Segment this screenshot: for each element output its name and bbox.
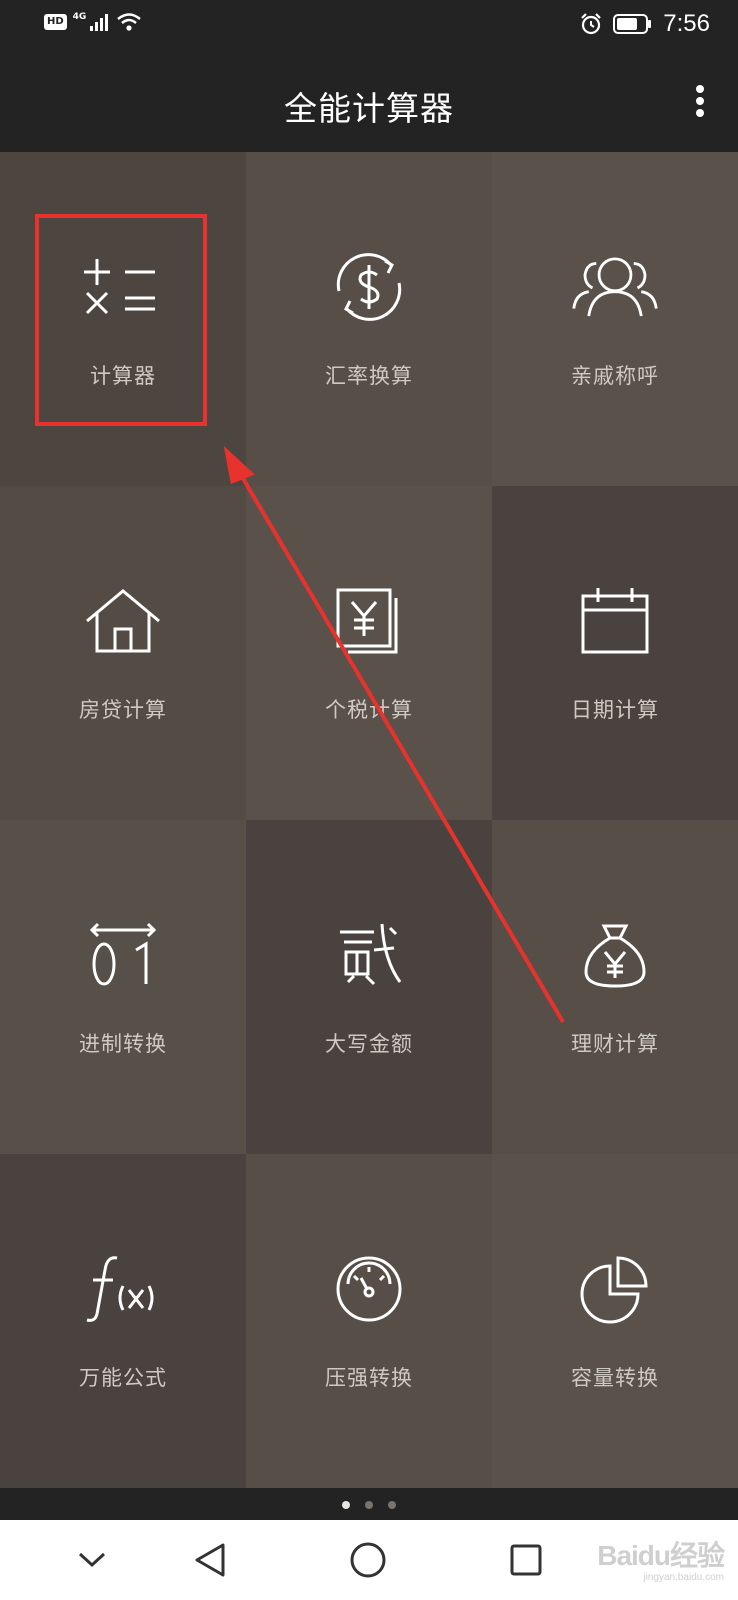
- tax-icon: [324, 576, 414, 666]
- tile-capacity[interactable]: 容量转换: [492, 1154, 738, 1488]
- tools-grid: 计算器 汇率换算 亲戚称呼 房贷计算 个税计算 日期计算 进制转换 大写金额 理…: [0, 152, 738, 1520]
- tile-label: 计算器: [90, 364, 156, 388]
- network-type: 4G: [72, 12, 87, 22]
- calculator-icon: [78, 242, 168, 332]
- back-button[interactable]: [188, 1538, 232, 1582]
- status-right: 7:56: [579, 10, 710, 38]
- watermark-url: jingyan.baidu.com: [643, 1572, 724, 1583]
- tile-label: 进制转换: [79, 1032, 167, 1056]
- back-triangle-icon: [195, 1543, 225, 1577]
- recents-square-icon: [510, 1544, 542, 1576]
- tile-label: 亲戚称呼: [571, 364, 659, 388]
- tile-date-calc[interactable]: 日期计算: [492, 486, 738, 820]
- tile-label: 汇率换算: [325, 364, 413, 388]
- currency-exchange-icon: [324, 242, 414, 332]
- baidu-watermark: Baidu经验 jingyan.baidu.com: [597, 1534, 725, 1583]
- tile-label: 日期计算: [571, 698, 659, 722]
- pie-chart-icon: [570, 1244, 660, 1334]
- page-indicator: [0, 1494, 738, 1513]
- calendar-icon: [570, 576, 660, 666]
- app-title: 全能计算器: [284, 89, 454, 128]
- more-vert-icon-dot: [696, 109, 704, 117]
- home-circle-icon: [350, 1542, 386, 1578]
- tile-formula[interactable]: 万能公式: [0, 1154, 246, 1488]
- tile-mortgage[interactable]: 房贷计算: [0, 486, 246, 820]
- wifi-icon: [117, 13, 142, 31]
- status-left: HD 4G: [44, 12, 142, 32]
- page-dot[interactable]: [388, 1501, 397, 1509]
- house-icon: [78, 576, 168, 666]
- hd-badge: HD: [44, 14, 67, 30]
- more-vert-icon-dot: [696, 85, 704, 93]
- tile-finance[interactable]: 理财计算: [492, 820, 738, 1154]
- status-bar: HD 4G 7:56: [0, 0, 738, 52]
- recents-button[interactable]: [504, 1538, 548, 1582]
- navigation-bar: Baidu经验 jingyan.baidu.com: [0, 1520, 738, 1600]
- tile-label: 理财计算: [571, 1032, 659, 1056]
- money-bag-icon: [570, 910, 660, 1000]
- base-conversion-icon: [78, 910, 168, 1000]
- app-bar: 全能计算器: [0, 52, 738, 152]
- tile-label: 容量转换: [571, 1366, 659, 1390]
- home-button[interactable]: [346, 1538, 390, 1582]
- tile-base-conversion[interactable]: 进制转换: [0, 820, 246, 1154]
- pressure-gauge-icon: [324, 1244, 414, 1334]
- chinese-numeral-icon: [324, 910, 414, 1000]
- clock: 7:56: [663, 10, 710, 37]
- page-dot[interactable]: [365, 1501, 373, 1509]
- relatives-icon: [570, 242, 660, 332]
- formula-icon: [78, 1244, 168, 1334]
- more-options-button[interactable]: [688, 82, 712, 122]
- tile-pressure[interactable]: 压强转换: [246, 1154, 492, 1488]
- alarm-icon: [581, 13, 602, 35]
- signal-icon: [90, 14, 109, 31]
- tile-label: 万能公式: [79, 1366, 167, 1390]
- tile-label: 压强转换: [325, 1366, 413, 1390]
- tile-label: 房贷计算: [79, 698, 167, 722]
- tile-label: 个税计算: [325, 698, 413, 722]
- chevron-down-icon: [78, 1552, 106, 1568]
- tile-income-tax[interactable]: 个税计算: [246, 486, 492, 820]
- collapse-button[interactable]: [70, 1538, 114, 1582]
- tile-label: 大写金额: [325, 1032, 413, 1056]
- tile-relatives[interactable]: 亲戚称呼: [492, 152, 738, 486]
- page-dot[interactable]: [341, 1501, 350, 1509]
- battery-icon: [613, 14, 652, 34]
- watermark-brand: Baidu经验: [597, 1540, 725, 1571]
- tile-currency-exchange[interactable]: 汇率换算: [246, 152, 492, 486]
- tile-chinese-numeral[interactable]: 大写金额: [246, 820, 492, 1154]
- tile-calculator[interactable]: 计算器: [0, 152, 246, 486]
- more-vert-icon-dot: [696, 97, 704, 105]
